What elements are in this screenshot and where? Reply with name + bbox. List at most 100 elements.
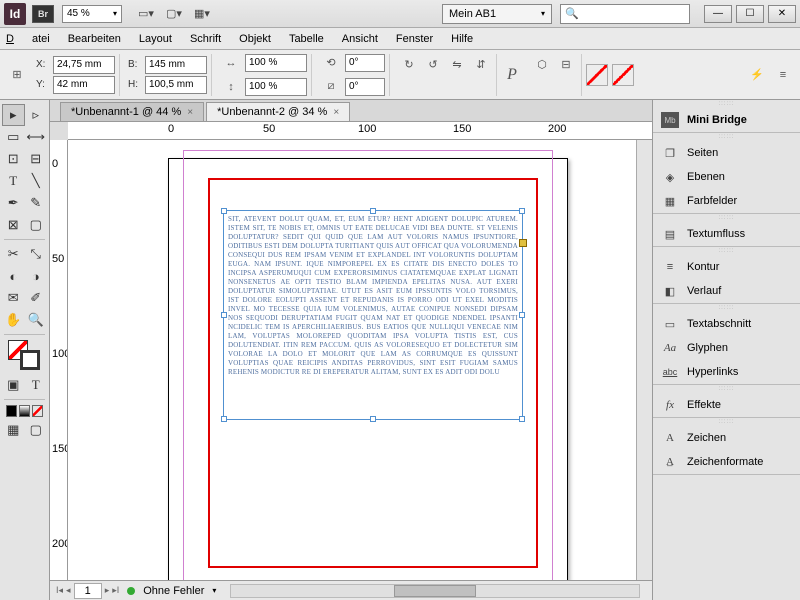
reference-point-icon[interactable]: ⊞	[6, 64, 28, 86]
panel-layers[interactable]: ◈Ebenen	[653, 165, 800, 189]
shear-icon: ⧄	[320, 76, 342, 98]
menu-view[interactable]: Ansicht	[342, 33, 378, 45]
shear-input[interactable]: 0°	[345, 78, 385, 96]
menu-window[interactable]: Fenster	[396, 33, 433, 45]
free-transform-tool[interactable]: ⤡	[25, 243, 48, 265]
panel-pages[interactable]: ❐Seiten	[653, 141, 800, 165]
flip-h-icon[interactable]: ⇋	[446, 54, 468, 76]
hand-tool[interactable]: ✋	[2, 309, 25, 331]
fill-none-icon[interactable]	[586, 64, 608, 86]
rectangle-tool[interactable]: ▢	[25, 214, 48, 236]
panel-menu-icon[interactable]: ≡	[772, 64, 794, 86]
x-input[interactable]: 24,75 mm	[53, 56, 115, 74]
pencil-tool[interactable]: ✎	[25, 192, 48, 214]
gradient-feather-tool[interactable]: ◑	[25, 265, 48, 287]
preview-mode[interactable]: ▢	[25, 419, 48, 441]
document-tab-2[interactable]: *Unbenannt-2 @ 34 %×	[206, 102, 350, 121]
document-tab-1[interactable]: *Unbenannt-1 @ 44 %×	[60, 102, 204, 121]
gradient-swatch-tool[interactable]: ◐	[2, 265, 25, 287]
scissors-tool[interactable]: ✂	[2, 243, 25, 265]
horizontal-ruler[interactable]: 050100150200	[68, 122, 652, 140]
scale-y-input[interactable]: 100 %	[245, 78, 307, 96]
stroke-none-icon[interactable]	[612, 64, 634, 86]
overset-indicator[interactable]	[519, 239, 527, 247]
swatch-area	[2, 338, 47, 374]
page-navigator[interactable]: I◂◂ 1 ▸▸I	[56, 583, 119, 599]
panel-stroke[interactable]: ≡Kontur	[653, 255, 800, 279]
align-icon[interactable]: ⊟	[555, 54, 577, 76]
menu-object[interactable]: Objekt	[239, 33, 271, 45]
vertical-scrollbar[interactable]	[636, 140, 652, 580]
select-container-icon[interactable]: P	[501, 64, 523, 86]
workspace-dropdown[interactable]: Mein AB1	[442, 4, 552, 24]
text-frame[interactable]: SIT, ATEVENT DOLUT QUAM, ET, EUM ETUR? H…	[223, 210, 523, 420]
menu-edit[interactable]: Bearbeiten	[68, 33, 121, 45]
content-collector-tool[interactable]: ⊡	[2, 148, 25, 170]
panel-swatches[interactable]: ▦Farbfelder	[653, 189, 800, 213]
zoom-dropdown[interactable]: 45 %	[62, 5, 122, 23]
bridge-button[interactable]: Br	[32, 5, 54, 23]
close-button[interactable]: ✕	[768, 5, 796, 23]
y-input[interactable]: 42 mm	[53, 76, 115, 94]
panel-effects[interactable]: fxEffekte	[653, 393, 800, 417]
apply-gradient[interactable]	[19, 405, 30, 417]
minimize-button[interactable]: —	[704, 5, 732, 23]
line-tool[interactable]: ╲	[25, 170, 48, 192]
type-tool[interactable]: T	[2, 170, 25, 192]
normal-view-mode[interactable]: ▦	[2, 419, 25, 441]
control-bar: ⊞ X:24,75 mm Y:42 mm B:145 mm H:100,5 mm…	[0, 50, 800, 100]
screen-mode-icon[interactable]: ▢▾	[162, 3, 186, 25]
content-placer-tool[interactable]: ⊟	[25, 148, 48, 170]
note-tool[interactable]: ✉	[2, 287, 25, 309]
scale-x-input[interactable]: 100 %	[245, 54, 307, 72]
view-options-icon[interactable]: ▭▾	[134, 3, 158, 25]
width-input[interactable]: 145 mm	[145, 56, 207, 74]
formatting-container-icon[interactable]: ▣	[2, 374, 25, 396]
height-input[interactable]: 100,5 mm	[145, 76, 207, 94]
toolbox: ▸▹ ▭⟷ ⊡⊟ T╲ ✒✎ ⊠▢ ✂⤡ ◐◑ ✉✐ ✋🔍 ▣T ▦▢	[0, 100, 50, 600]
status-bar: I◂◂ 1 ▸▸I Ohne Fehler ▾	[50, 580, 652, 600]
horizontal-scrollbar[interactable]	[230, 584, 640, 598]
menu-help[interactable]: Hilfe	[451, 33, 473, 45]
titlebar: Id Br 45 % ▭▾ ▢▾ ▦▾ Mein AB1 🔍 — ☐ ✕	[0, 0, 800, 28]
rotate-cw-icon[interactable]: ↻	[398, 54, 420, 76]
panel-text-wrap[interactable]: ▤Textumfluss	[653, 222, 800, 246]
stroke-swatch[interactable]	[20, 350, 40, 370]
menu-table[interactable]: Tabelle	[289, 33, 324, 45]
selection-tool[interactable]: ▸	[2, 104, 25, 126]
apply-color[interactable]	[6, 405, 17, 417]
preflight-status-label[interactable]: Ohne Fehler	[143, 585, 204, 597]
preflight-status-icon	[127, 587, 135, 595]
close-icon[interactable]: ×	[187, 107, 193, 118]
close-icon[interactable]: ×	[333, 107, 339, 118]
panel-story[interactable]: ▭Textabschnitt	[653, 312, 800, 336]
panel-character-styles[interactable]: A̲Zeichenformate	[653, 450, 800, 474]
menu-layout[interactable]: Layout	[139, 33, 172, 45]
panel-gradient[interactable]: ◧Verlauf	[653, 279, 800, 303]
eyedropper-tool[interactable]: ✐	[25, 287, 48, 309]
vertical-ruler[interactable]: 050100150200	[50, 140, 68, 580]
quick-apply-icon[interactable]: ⚡	[746, 64, 768, 86]
panel-hyperlinks[interactable]: abcHyperlinks	[653, 360, 800, 384]
apply-none[interactable]	[32, 405, 43, 417]
rotate-ccw-icon[interactable]: ↺	[422, 54, 444, 76]
gap-tool[interactable]: ⟷	[25, 126, 48, 148]
pen-tool[interactable]: ✒	[2, 192, 25, 214]
maximize-button[interactable]: ☐	[736, 5, 764, 23]
panel-glyphs[interactable]: AaGlyphen	[653, 336, 800, 360]
panel-mini-bridge[interactable]: MbMini Bridge	[653, 108, 800, 132]
rectangle-frame-tool[interactable]: ⊠	[2, 214, 25, 236]
search-input[interactable]: 🔍	[560, 4, 690, 24]
rotate-input[interactable]: 0°	[345, 54, 385, 72]
arrange-icon[interactable]: ▦▾	[190, 3, 214, 25]
menu-type[interactable]: Schrift	[190, 33, 221, 45]
corner-options-icon[interactable]: ⬡	[531, 54, 553, 76]
flip-v-icon[interactable]: ⇵	[470, 54, 492, 76]
formatting-text-icon[interactable]: T	[25, 374, 48, 396]
menu-file[interactable]: Datei	[6, 33, 50, 45]
zoom-tool[interactable]: 🔍	[25, 309, 48, 331]
direct-selection-tool[interactable]: ▹	[25, 104, 48, 126]
panel-character[interactable]: AZeichen	[653, 426, 800, 450]
canvas[interactable]: SIT, ATEVENT DOLUT QUAM, ET, EUM ETUR? H…	[68, 140, 636, 580]
page-tool[interactable]: ▭	[2, 126, 25, 148]
